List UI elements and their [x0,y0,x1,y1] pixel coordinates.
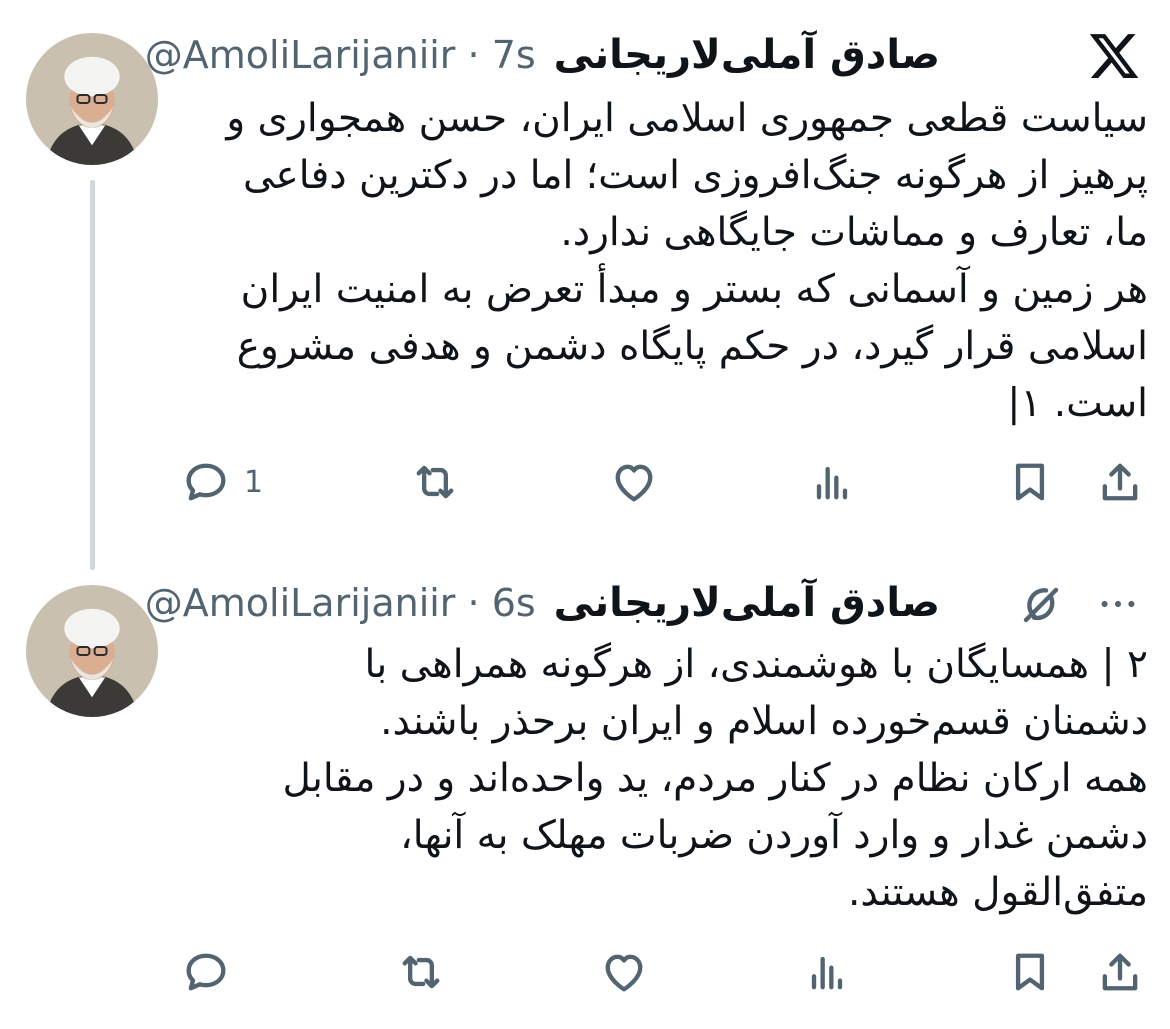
share-button[interactable] [1094,456,1146,508]
tweet-text: ۲ | همسایگان با هوشمندی، از هرگونه همراه… [282,642,1148,915]
views-button[interactable] [806,456,858,508]
views-icon [816,466,847,500]
like-icon [615,464,652,502]
bookmark-icon [1015,953,1045,991]
share-icon [1102,463,1138,501]
reply-count: 1 [244,464,264,500]
more-options-icon[interactable] [1090,576,1146,632]
author-name[interactable]: صادق آملی‌لاریجانی [554,32,940,78]
reply-icon [186,953,226,991]
avatar[interactable] [26,33,158,165]
retweet-icon [402,955,440,989]
author-name[interactable]: صادق آملی‌لاریجانی [554,580,940,626]
share-icon [1102,953,1138,991]
share-button[interactable] [1094,946,1146,998]
retweet-button[interactable] [395,946,447,998]
right-actions [1004,456,1146,508]
retweet-button[interactable] [409,456,461,508]
author-handle[interactable]: @AmoliLarijaniir · 7s [145,33,536,77]
like-icon [605,954,643,992]
retweet-icon [416,465,454,499]
like-button[interactable] [608,456,660,508]
tweet-header: صادق آملی‌لاریجانی @AmoliLarijaniir · 6s [145,573,940,633]
thread-line [90,180,95,570]
reply-button[interactable] [180,946,244,998]
bookmark-button[interactable] [1004,946,1056,998]
views-button[interactable] [801,946,853,998]
author-handle[interactable]: @AmoliLarijaniir · 6s [145,581,536,625]
reply-icon [186,463,226,501]
avatar[interactable] [26,585,158,717]
tweet-text: سیاست قطعی جمهوری اسلامی ایران، حسن همجو… [226,96,1148,426]
right-actions [1004,946,1146,998]
reply-button[interactable]: 1 [180,456,263,508]
bookmark-button[interactable] [1004,456,1056,508]
tweet-actions [180,942,1146,1002]
like-button[interactable] [598,946,650,998]
grok-icon[interactable] [1012,576,1068,632]
x-logo-icon[interactable] [1085,27,1143,85]
tweet-actions: 1 [180,452,1146,512]
tweet-header: صادق آملی‌لاریجانی @AmoliLarijaniir · 7s [145,25,940,85]
bookmark-icon [1015,463,1045,501]
tweet-time[interactable]: · 7s [468,33,536,77]
tweet-time[interactable]: · 6s [468,581,536,625]
views-icon [811,956,843,990]
